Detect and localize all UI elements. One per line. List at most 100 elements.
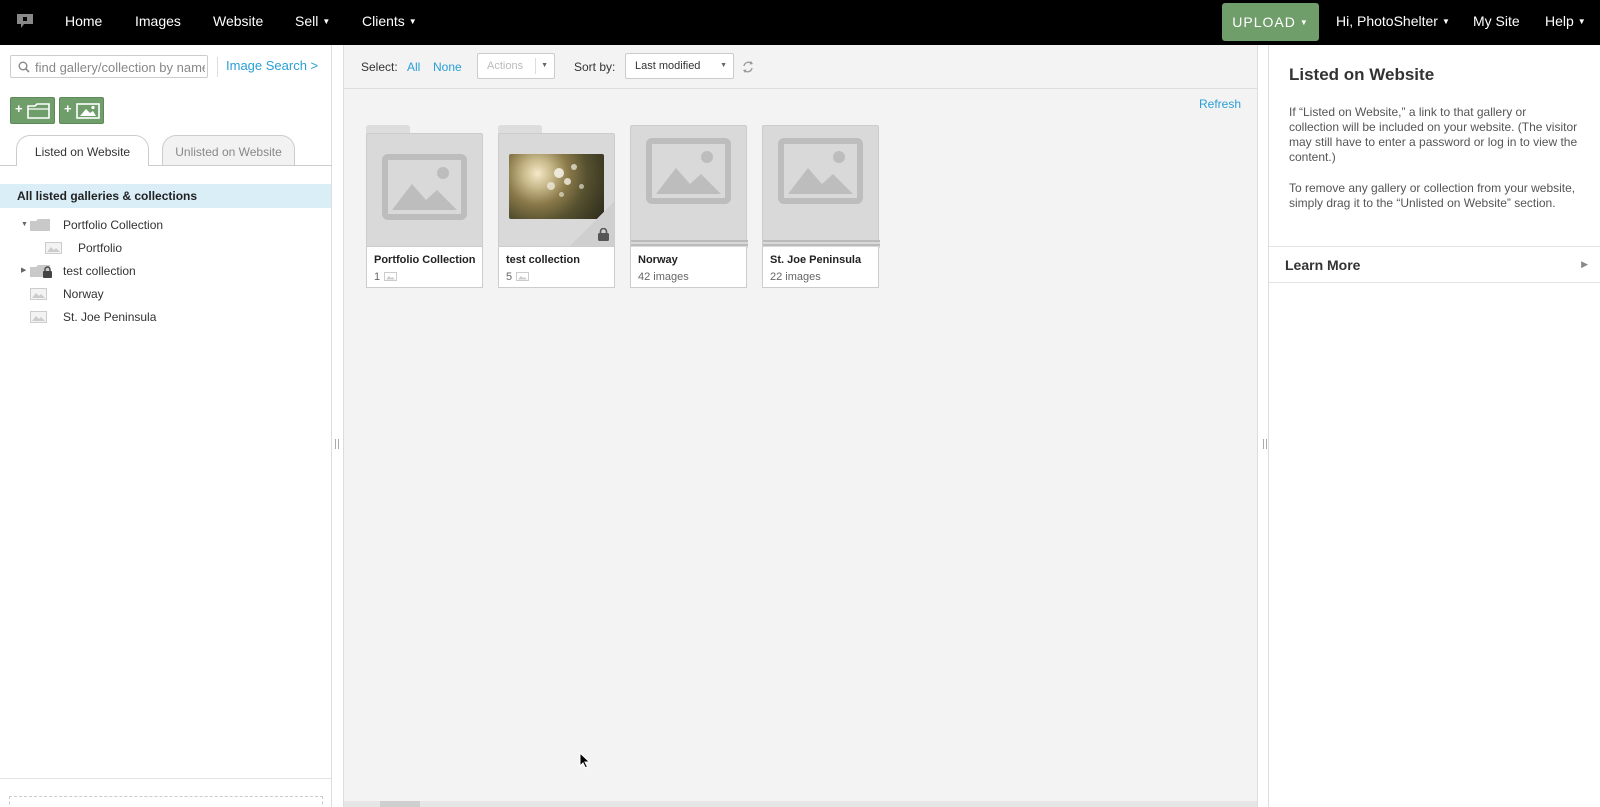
nav-sell[interactable]: Sell ▼ xyxy=(295,0,330,45)
search-icon xyxy=(18,61,30,73)
sort-dropdown[interactable]: Last modified ▼ xyxy=(625,53,734,79)
card-count-value: 5 xyxy=(506,271,513,283)
tree-item-label: test collection xyxy=(63,264,136,278)
chevron-down-icon: ▼ xyxy=(1441,17,1450,26)
upload-button[interactable]: UPLOAD ▼ xyxy=(1222,3,1319,41)
upload-label: UPLOAD xyxy=(1232,14,1296,30)
select-none-link[interactable]: None xyxy=(433,60,462,74)
lock-icon xyxy=(598,228,609,241)
learn-more-row[interactable]: Learn More ▶ xyxy=(1269,246,1600,283)
chevron-down-icon: ▼ xyxy=(720,62,727,69)
gallery-search-box xyxy=(10,55,208,78)
sort-direction-icon[interactable] xyxy=(742,60,754,74)
triangle-right-icon[interactable]: ▶ xyxy=(21,261,26,281)
tree-item-st-joe-peninsula[interactable]: St. Joe Peninsula xyxy=(0,307,331,327)
card-count: 1 xyxy=(374,271,398,283)
card-name: St. Joe Peninsula xyxy=(770,254,862,266)
chevron-down-icon: ▼ xyxy=(1577,17,1586,26)
card-count-value: 1 xyxy=(374,271,381,283)
triangle-down-icon[interactable]: ▼ xyxy=(21,215,28,235)
left-resize-handle[interactable] xyxy=(335,439,339,449)
drop-zone[interactable] xyxy=(9,796,323,807)
select-all-link[interactable]: All xyxy=(407,60,420,74)
chevron-down-icon: ▼ xyxy=(408,17,417,26)
mouse-cursor-icon xyxy=(579,752,591,769)
image-placeholder-icon xyxy=(646,138,731,204)
card-meta: Norway 42 images xyxy=(630,247,747,288)
info-paragraph-1: If “Listed on Website,” a link to that g… xyxy=(1289,105,1578,164)
chevron-down-icon: ▼ xyxy=(322,17,331,26)
actions-dropdown[interactable]: Actions ▼ xyxy=(477,53,555,79)
triangle-right-icon: ▶ xyxy=(1581,259,1588,269)
lock-badge xyxy=(570,202,614,246)
actions-label: Actions xyxy=(487,60,524,72)
left-sidebar: Image Search > + + Unlisted on Website L… xyxy=(0,45,332,807)
plus-icon: + xyxy=(64,101,72,116)
image-icon xyxy=(516,272,530,281)
card-portfolio-collection[interactable]: Portfolio Collection 1 xyxy=(366,125,483,288)
gallery-search-input[interactable] xyxy=(35,58,205,76)
thumbnail xyxy=(366,133,483,247)
scrollbar-thumb[interactable] xyxy=(380,801,420,807)
nav-help-label: Help xyxy=(1545,13,1574,29)
tree-item-label: St. Joe Peninsula xyxy=(63,310,157,324)
card-meta: test collection 5 xyxy=(498,247,615,288)
nav-images[interactable]: Images xyxy=(135,0,181,45)
card-count: 22 images xyxy=(770,271,821,283)
tree-item-portfolio[interactable]: Portfolio xyxy=(0,238,331,258)
card-name: Portfolio Collection xyxy=(374,254,476,266)
right-resize-handle[interactable] xyxy=(1263,439,1267,449)
nav-my-site[interactable]: My Site xyxy=(1473,0,1520,45)
info-title: Listed on Website xyxy=(1289,65,1435,84)
right-info-panel: Listed on Website If “Listed on Website,… xyxy=(1268,45,1600,807)
image-placeholder-icon xyxy=(778,138,863,204)
select-label: Select: xyxy=(361,60,398,74)
nav-clients[interactable]: Clients ▼ xyxy=(362,0,417,45)
nav-help[interactable]: Help ▼ xyxy=(1545,0,1586,45)
top-navigation-bar: Home Images Website Sell ▼ Clients ▼ UPLOA… xyxy=(0,0,1600,45)
folder-icon xyxy=(27,103,50,119)
account-menu[interactable]: Hi, PhotoShelter ▼ xyxy=(1336,0,1450,45)
chevron-down-icon: ▼ xyxy=(541,62,548,69)
card-meta: Portfolio Collection 1 xyxy=(366,247,483,288)
toolbar: Select: All None Actions ▼ Sort by: Last… xyxy=(344,45,1257,89)
sort-value: Last modified xyxy=(635,60,701,72)
card-norway[interactable]: Norway 42 images xyxy=(630,125,748,288)
tree-item-norway[interactable]: Norway xyxy=(0,284,331,304)
tab-unlisted-on-website[interactable]: Unlisted on Website xyxy=(162,135,295,165)
nav-home[interactable]: Home xyxy=(65,0,102,45)
tree-all-listed[interactable]: All listed galleries & collections xyxy=(0,184,331,208)
thumbnail xyxy=(630,125,748,248)
divider xyxy=(217,57,218,77)
nav-clients-label: Clients xyxy=(362,13,405,29)
chevron-down-icon: ▼ xyxy=(1299,18,1309,27)
card-test-collection[interactable]: test collection 5 xyxy=(498,125,615,288)
tree-item-label: Portfolio xyxy=(78,241,123,255)
tree-item-portfolio-collection[interactable]: ▼ Portfolio Collection xyxy=(0,215,331,235)
refresh-link[interactable]: Refresh xyxy=(1199,97,1241,111)
thumbnail xyxy=(762,125,880,248)
tree-item-label: Norway xyxy=(63,287,104,301)
folder-icon xyxy=(30,219,50,231)
nav-website[interactable]: Website xyxy=(213,0,263,45)
info-paragraph-2: To remove any gallery or collection from… xyxy=(1289,181,1576,210)
image-search-link[interactable]: Image Search > xyxy=(226,58,318,73)
add-collection-button[interactable]: + xyxy=(10,97,55,124)
divider xyxy=(0,778,331,779)
account-greeting: Hi, PhotoShelter xyxy=(1336,13,1438,29)
image-placeholder-icon xyxy=(382,154,467,220)
main-content: Select: All None Actions ▼ Sort by: Last… xyxy=(343,45,1258,807)
image-icon xyxy=(45,242,62,254)
tab-listed-on-website[interactable]: Listed on Website xyxy=(16,135,149,166)
add-gallery-button[interactable]: + xyxy=(59,97,104,124)
image-icon xyxy=(76,103,100,119)
locked-folder-icon xyxy=(30,265,52,278)
card-meta: St. Joe Peninsula 22 images xyxy=(762,247,879,288)
horizontal-scrollbar[interactable] xyxy=(344,801,1257,807)
tree-item-test-collection[interactable]: ▶ test collection xyxy=(0,261,331,281)
tree-item-label: Portfolio Collection xyxy=(63,218,164,232)
photoshelter-logo-icon[interactable] xyxy=(16,13,34,29)
card-st-joe-peninsula[interactable]: St. Joe Peninsula 22 images xyxy=(762,125,880,288)
nav-sell-label: Sell xyxy=(295,13,319,29)
thumbnail xyxy=(498,133,615,247)
